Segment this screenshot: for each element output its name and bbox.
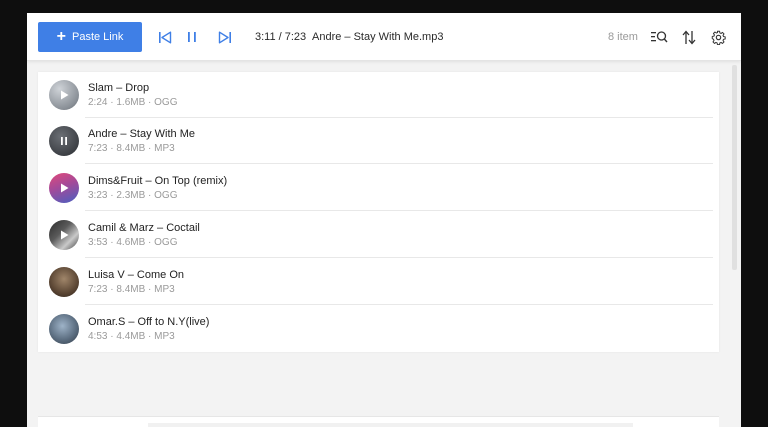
track-meta: 7:23 · 8.4MB · MP3 (88, 143, 175, 154)
track-meta: 2:24 · 1.6MB · OGG (88, 97, 178, 108)
track-list: Slam – Drop 2:24 · 1.6MB · OGG Andre – S… (38, 72, 719, 352)
paste-link-label: Paste Link (71, 31, 124, 43)
search-list-icon[interactable] (650, 28, 668, 46)
bottom-panel-track (148, 423, 633, 427)
playback-time: 3:11 / 7:23 (255, 31, 307, 43)
track-cover-avatar (49, 314, 79, 344)
skip-next-icon[interactable] (216, 28, 234, 46)
paste-link-button[interactable]: + Paste Link (38, 22, 142, 52)
track-cover-avatar (49, 126, 79, 156)
pause-icon (61, 137, 67, 145)
track-title: Slam – Drop (88, 82, 150, 94)
app-window: + Paste Link 3:11 / 7:23 Andre – Stay Wi… (27, 13, 741, 427)
track-cover-avatar (49, 173, 79, 203)
row-divider (85, 163, 713, 164)
scrollbar[interactable] (732, 65, 737, 270)
track-meta: 7:23 · 8.4MB · MP3 (88, 284, 175, 295)
track-meta: 3:53 · 4.6MB · OGG (88, 237, 178, 248)
sort-icon[interactable] (680, 28, 698, 46)
track-row[interactable]: Luisa V – Come On 7:23 · 8.4MB · MP3 (38, 259, 719, 305)
item-count: 8 item (608, 31, 638, 43)
gear-icon[interactable] (709, 28, 727, 46)
track-row[interactable]: Slam – Drop 2:24 · 1.6MB · OGG (38, 72, 719, 118)
plus-icon: + (56, 27, 66, 45)
track-row[interactable]: Dims&Fruit – On Top (remix) 3:23 · 2.3MB… (38, 165, 719, 211)
play-icon (61, 230, 69, 240)
track-title: Andre – Stay With Me (88, 128, 195, 140)
track-meta: 4:53 · 4.4MB · MP3 (88, 331, 175, 342)
track-title: Camil & Marz – Coctail (88, 222, 200, 234)
pause-icon[interactable] (183, 28, 201, 46)
track-meta: 3:23 · 2.3MB · OGG (88, 190, 178, 201)
track-title: Omar.S – Off to N.Y(live) (88, 316, 210, 328)
row-divider (85, 210, 713, 211)
track-title: Dims&Fruit – On Top (remix) (88, 175, 228, 187)
track-title: Luisa V – Come On (88, 269, 184, 281)
track-row[interactable]: Andre – Stay With Me 7:23 · 8.4MB · MP3 (38, 118, 719, 164)
track-cover-avatar (49, 220, 79, 250)
now-playing-title: Andre – Stay With Me.mp3 (312, 31, 444, 43)
track-row[interactable]: Omar.S – Off to N.Y(live) 4:53 · 4.4MB ·… (38, 306, 719, 352)
skip-previous-icon[interactable] (156, 28, 174, 46)
track-row[interactable]: Camil & Marz – Coctail 3:53 · 4.6MB · OG… (38, 212, 719, 258)
play-icon (61, 90, 69, 100)
track-cover-avatar (49, 80, 79, 110)
row-divider (85, 304, 713, 305)
toolbar: + Paste Link 3:11 / 7:23 Andre – Stay Wi… (27, 13, 741, 61)
row-divider (85, 257, 713, 258)
play-icon (61, 183, 69, 193)
track-cover-avatar (49, 267, 79, 297)
bottom-panel (38, 416, 719, 427)
